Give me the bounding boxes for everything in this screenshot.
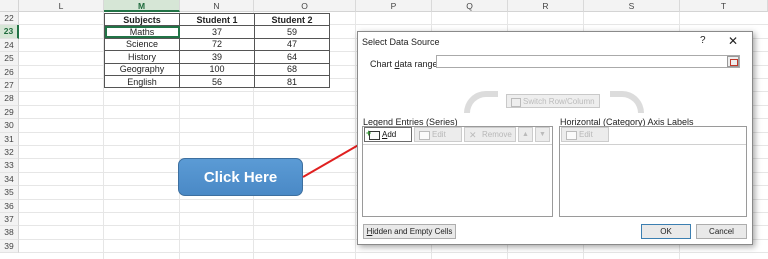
select-data-source-dialog: Select Data Source ? ✕ Chart data range:… xyxy=(357,31,753,245)
table-row: Science 72 47 xyxy=(104,37,330,52)
table-cell[interactable]: 39 xyxy=(179,50,255,64)
help-button[interactable]: ? xyxy=(700,35,706,46)
header-student-2[interactable]: Student 2 xyxy=(254,12,330,27)
add-series-icon xyxy=(366,126,380,140)
table-cell[interactable]: 47 xyxy=(254,37,330,52)
row-header-38[interactable]: 38 xyxy=(0,226,19,240)
remove-button[interactable]: Remove xyxy=(464,127,516,142)
row-header-23[interactable]: 23 xyxy=(0,25,19,39)
axis-edit-button[interactable]: Edit xyxy=(561,127,609,142)
table-row: History 39 64 xyxy=(104,50,330,64)
add-button[interactable]: Add xyxy=(364,126,412,142)
table-header-row: Subjects Student 1 Student 2 xyxy=(104,12,330,27)
row-header-35[interactable]: 35 xyxy=(0,186,19,200)
table-row: English 56 81 xyxy=(104,74,330,89)
grid-line xyxy=(355,12,356,259)
table-cell[interactable]: History xyxy=(104,50,180,64)
grid-line xyxy=(19,252,768,254)
row-header-26[interactable]: 26 xyxy=(0,65,19,79)
table-cell[interactable]: 81 xyxy=(254,74,330,89)
row-header-37[interactable]: 37 xyxy=(0,213,19,227)
row-header-24[interactable]: 24 xyxy=(0,38,19,53)
cancel-button[interactable]: Cancel xyxy=(696,224,747,239)
row-header-30[interactable]: 30 xyxy=(0,119,19,133)
column-header-o[interactable]: O xyxy=(254,0,356,12)
table-row: Maths 37 59 xyxy=(104,25,330,39)
row-header-31[interactable]: 31 xyxy=(0,132,19,146)
row-header-28[interactable]: 28 xyxy=(0,92,19,106)
curve-arrow-right-icon xyxy=(610,91,644,113)
column-header-m[interactable]: M xyxy=(104,0,180,12)
table-cell[interactable]: 64 xyxy=(254,50,330,64)
column-header-q[interactable]: Q xyxy=(432,0,508,12)
table-row: Geography 100 68 xyxy=(104,62,330,76)
data-table: Subjects Student 1 Student 2 Maths 37 59… xyxy=(104,12,330,89)
column-header-r[interactable]: R xyxy=(508,0,584,12)
table-cell[interactable]: 56 xyxy=(179,74,255,89)
row-header-39[interactable]: 39 xyxy=(0,239,19,254)
remove-icon xyxy=(469,128,478,142)
hidden-empty-cells-button[interactable]: Hidden and Empty Cells xyxy=(363,224,456,239)
edit-button[interactable]: Edit xyxy=(414,127,462,142)
switch-row-column-button[interactable]: Switch Row/Column xyxy=(506,94,600,108)
header-student-1[interactable]: Student 1 xyxy=(179,12,255,27)
table-cell[interactable]: Geography xyxy=(104,62,180,76)
table-cell[interactable]: English xyxy=(104,74,180,89)
row-header-32[interactable]: 32 xyxy=(0,146,19,160)
curve-arrow-left-icon xyxy=(464,91,498,113)
table-cell[interactable]: 37 xyxy=(179,25,255,39)
row-header-36[interactable]: 36 xyxy=(0,199,19,213)
click-here-callout: Click Here xyxy=(178,158,303,196)
move-up-button[interactable]: ▲ xyxy=(518,127,533,142)
row-header-33[interactable]: 33 xyxy=(0,159,19,173)
column-header-t[interactable]: T xyxy=(680,0,768,12)
table-cell[interactable]: Maths xyxy=(104,25,180,39)
range-collapse-icon[interactable] xyxy=(727,56,739,67)
table-cell[interactable]: Science xyxy=(104,37,180,52)
table-cell[interactable]: 68 xyxy=(254,62,330,76)
row-header-27[interactable]: 27 xyxy=(0,79,19,93)
ok-button[interactable]: OK xyxy=(641,224,691,239)
column-header-l[interactable]: L xyxy=(19,0,104,12)
column-header-p[interactable]: P xyxy=(356,0,432,12)
edit-icon xyxy=(566,131,577,140)
move-down-button[interactable]: ▼ xyxy=(535,127,550,142)
table-cell[interactable]: 59 xyxy=(254,25,330,39)
table-cell[interactable]: 72 xyxy=(179,37,255,52)
chart-data-range-input[interactable] xyxy=(436,55,740,68)
edit-icon xyxy=(419,131,430,140)
close-icon[interactable]: ✕ xyxy=(728,34,738,48)
column-header-n[interactable]: N xyxy=(180,0,254,12)
row-header-34[interactable]: 34 xyxy=(0,172,19,187)
column-header-s[interactable]: S xyxy=(584,0,680,12)
row-header-25[interactable]: 25 xyxy=(0,52,19,66)
row-header-29[interactable]: 29 xyxy=(0,105,19,120)
table-cell[interactable]: 100 xyxy=(179,62,255,76)
select-all-corner[interactable] xyxy=(0,0,19,12)
row-header-22[interactable]: 22 xyxy=(0,12,19,26)
dialog-title: Select Data Source xyxy=(362,37,440,47)
header-subjects[interactable]: Subjects xyxy=(104,12,180,27)
chart-data-range-label: Chart data range: xyxy=(370,59,441,69)
